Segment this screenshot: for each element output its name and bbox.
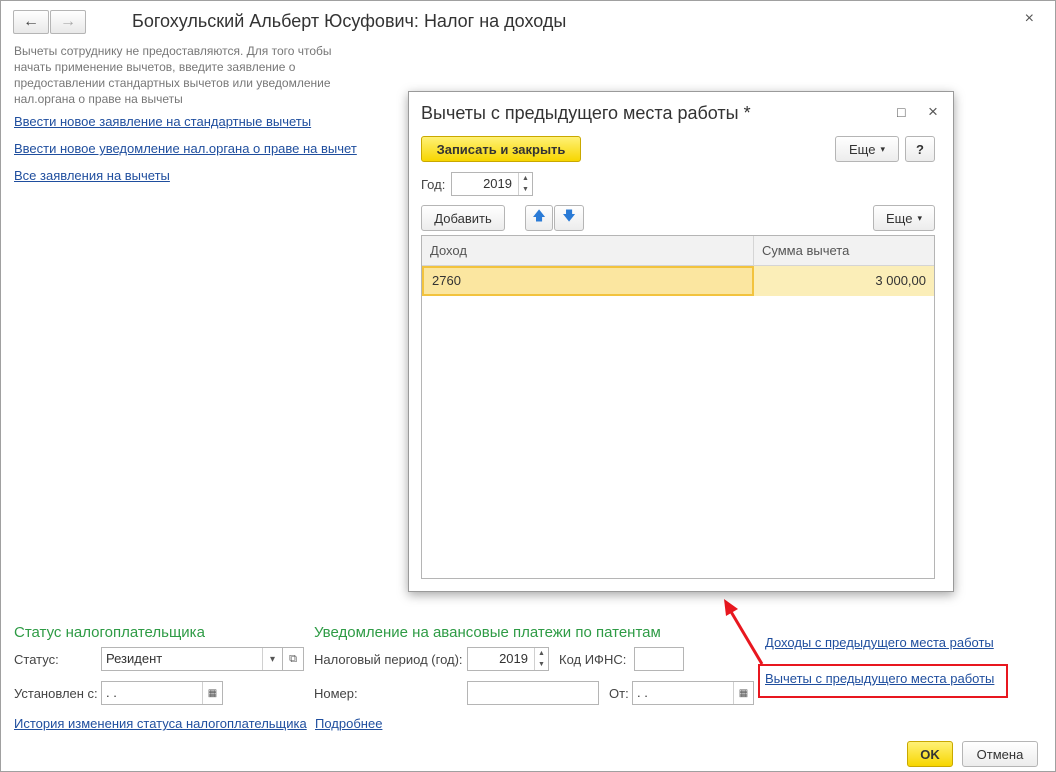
ifns-field[interactable] — [634, 647, 684, 671]
period-label: Налоговый период (год): — [314, 652, 463, 667]
ok-button[interactable]: OK — [907, 741, 953, 767]
arrow-right-icon: → — [60, 13, 76, 30]
move-up-button[interactable]: 🡅 — [525, 205, 553, 231]
income-prev-job-link[interactable]: Доходы с предыдущего места работы — [765, 635, 994, 650]
page-title: Богохульский Альберт Юсуфович: Налог на … — [132, 11, 567, 31]
table-row[interactable]: 2760 3 000,00 — [422, 266, 934, 296]
dropdown-arrow-icon: ▾ — [917, 212, 922, 223]
dropdown-arrow-icon[interactable]: ▾ — [262, 648, 282, 670]
open-icon[interactable]: ⧉ — [282, 647, 304, 671]
add-button[interactable]: Добавить — [421, 205, 505, 231]
grid-more-label: Еще — [886, 210, 913, 226]
status-select[interactable]: Резидент ▾ — [101, 647, 283, 671]
grid-more-button[interactable]: Еще ▾ — [873, 205, 935, 231]
period-field[interactable]: 2019 ▲ ▼ — [467, 647, 549, 671]
period-spinner[interactable]: ▲ ▼ — [534, 648, 548, 670]
move-down-button[interactable]: 🡇 — [554, 205, 584, 231]
forward-button[interactable]: → — [50, 10, 86, 34]
from-value: . . — [637, 685, 648, 700]
spin-down-icon[interactable]: ▼ — [535, 659, 548, 670]
income-cell[interactable]: 2760 — [422, 266, 754, 296]
year-field[interactable]: 2019 ▲ ▼ — [451, 172, 533, 196]
ifns-label: Код ИФНС: — [559, 652, 627, 667]
set-from-label: Установлен с: — [14, 686, 98, 701]
deductions-dialog: Вычеты с предыдущего места работы * □ × … — [408, 91, 954, 592]
number-label: Номер: — [314, 686, 358, 701]
status-label: Статус: — [14, 652, 59, 667]
new-notification-link[interactable]: Ввести новое уведомление нал.органа о пр… — [14, 141, 357, 156]
period-value: 2019 — [499, 651, 528, 666]
close-icon[interactable]: × — [1025, 10, 1034, 28]
number-field[interactable] — [467, 681, 599, 705]
column-amount[interactable]: Сумма вычета — [754, 236, 934, 266]
arrow-line — [728, 609, 764, 665]
dropdown-arrow-icon: ▾ — [880, 143, 885, 154]
save-close-button[interactable]: Записать и закрыть — [421, 136, 581, 162]
arrow-down-icon: 🡇 — [562, 208, 576, 223]
year-spinner[interactable]: ▲ ▼ — [518, 173, 532, 195]
arrow-up-icon: 🡅 — [532, 208, 546, 223]
status-history-link[interactable]: История изменения статуса налогоплательщ… — [14, 716, 307, 731]
all-statements-link[interactable]: Все заявления на вычеты — [14, 168, 170, 183]
info-text: Вычеты сотруднику не предоставляются. Дл… — [14, 44, 332, 106]
spin-up-icon[interactable]: ▲ — [519, 173, 532, 184]
amount-cell[interactable]: 3 000,00 — [754, 266, 934, 296]
more-label: Еще — [849, 141, 876, 157]
maximize-icon[interactable]: □ — [897, 104, 905, 120]
spin-down-icon[interactable]: ▼ — [519, 184, 532, 195]
dialog-title: Вычеты с предыдущего места работы * — [421, 103, 751, 123]
arrow-left-icon: ← — [23, 13, 39, 30]
annotation-arrow — [724, 599, 764, 665]
calendar-icon[interactable]: ▦ — [733, 682, 753, 704]
from-date-field[interactable]: . . ▦ — [632, 681, 754, 705]
help-button[interactable]: ? — [905, 136, 935, 162]
new-statement-link[interactable]: Ввести новое заявление на стандартные вы… — [14, 114, 311, 129]
deductions-table[interactable]: Доход Сумма вычета 2760 3 000,00 — [421, 235, 935, 579]
cancel-button[interactable]: Отмена — [962, 741, 1038, 767]
close-icon[interactable]: × — [928, 102, 938, 122]
status-value: Резидент — [106, 651, 163, 666]
deductions-prev-job-link[interactable]: Вычеты с предыдущего места работы — [765, 671, 994, 686]
details-link[interactable]: Подробнее — [315, 716, 382, 731]
year-value: 2019 — [483, 176, 512, 191]
year-label: Год: — [421, 177, 446, 192]
set-from-value: . . — [106, 685, 117, 700]
from-label: От: — [609, 686, 629, 701]
column-income[interactable]: Доход — [422, 236, 754, 266]
back-button[interactable]: ← — [13, 10, 49, 34]
patent-section-title: Уведомление на авансовые платежи по пате… — [314, 624, 661, 641]
more-button[interactable]: Еще ▾ — [835, 136, 899, 162]
calendar-icon[interactable]: ▦ — [202, 682, 222, 704]
table-header: Доход Сумма вычета — [422, 236, 934, 266]
spin-up-icon[interactable]: ▲ — [535, 648, 548, 659]
set-from-date-field[interactable]: . . ▦ — [101, 681, 223, 705]
taxpayer-status-title: Статус налогоплательщика — [14, 624, 205, 641]
